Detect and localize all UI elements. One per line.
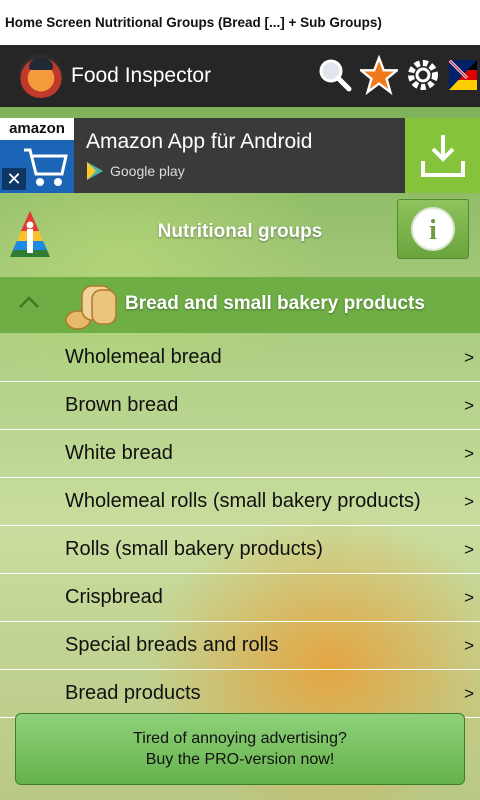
list-item-label: Special breads and rolls — [65, 634, 279, 656]
list-item-label: Rolls (small bakery products) — [65, 538, 323, 560]
chevron-right-icon: > — [464, 347, 474, 367]
google-play-icon — [87, 162, 103, 180]
chevron-up-icon[interactable] — [18, 295, 40, 309]
app-title: Food Inspector — [71, 64, 212, 87]
main-content: amazon ✕ Amazon App für Android Google p… — [0, 107, 480, 800]
category-bread[interactable]: Bread and small bakery products — [0, 277, 480, 333]
list-item[interactable]: Rolls (small bakery products) > — [0, 526, 480, 574]
chevron-right-icon: > — [464, 539, 474, 559]
pro-line-1: Tired of annoying advertising? — [133, 730, 347, 747]
action-bar: Food Inspector — [0, 45, 480, 107]
chevron-right-icon: > — [464, 635, 474, 655]
info-icon-glyph: i — [429, 215, 437, 246]
bread-icon — [65, 285, 117, 330]
pro-line-2: Buy the PRO-version now! — [145, 751, 335, 768]
ad-title: Amazon App für Android — [86, 130, 313, 153]
star-icon[interactable] — [360, 53, 398, 97]
action-bar-icons — [316, 53, 478, 97]
download-button[interactable] — [405, 118, 480, 193]
chevron-right-icon: > — [464, 587, 474, 607]
ad-brand: amazon — [0, 118, 74, 140]
ad-close-icon[interactable]: ✕ — [2, 168, 26, 190]
list-item[interactable]: White bread > — [0, 430, 480, 478]
list-item[interactable]: Wholemeal rolls (small bakery products) … — [0, 478, 480, 526]
language-flag-icon[interactable] — [448, 53, 478, 97]
list-item-label: Crispbread — [65, 586, 163, 608]
info-button[interactable]: i — [397, 199, 469, 259]
list-item-label: White bread — [65, 442, 173, 464]
list-item[interactable]: Crispbread > — [0, 574, 480, 622]
download-icon — [420, 134, 465, 177]
info-icon: i — [411, 207, 455, 251]
list-item[interactable]: Wholemeal bread > — [0, 334, 480, 382]
ad-banner[interactable]: amazon ✕ Amazon App für Android Google p… — [0, 118, 480, 193]
food-pyramid-icon — [10, 211, 50, 257]
chevron-right-icon: > — [464, 395, 474, 415]
chevron-right-icon: > — [464, 443, 474, 463]
ad-store-label: Google play — [110, 163, 185, 179]
list-item[interactable]: Brown bread > — [0, 382, 480, 430]
app-logo — [19, 54, 63, 98]
google-play-badge: Google play — [86, 160, 185, 182]
list-item-label: Brown bread — [65, 394, 179, 416]
category-label: Bread and small bakery products — [125, 293, 425, 314]
list-item[interactable]: Special breads and rolls > — [0, 622, 480, 670]
subgroup-list: Wholemeal bread > Brown bread > White br… — [0, 334, 480, 718]
chevron-right-icon: > — [464, 491, 474, 511]
nutritional-groups-header: Nutritional groups i — [0, 197, 480, 267]
list-item-label: Wholemeal bread — [65, 346, 222, 368]
chevron-right-icon: > — [464, 683, 474, 703]
buy-pro-button[interactable]: Tired of annoying advertising? Buy the P… — [15, 713, 465, 785]
settings-icon[interactable] — [404, 53, 442, 97]
list-item[interactable]: Bread products > — [0, 670, 480, 718]
search-icon[interactable] — [316, 53, 354, 97]
list-item-label: Bread products — [65, 682, 201, 704]
list-item-label: Wholemeal rolls (small bakery products) — [65, 490, 421, 512]
screenshot-caption: Home Screen Nutritional Groups (Bread [.… — [0, 0, 480, 45]
